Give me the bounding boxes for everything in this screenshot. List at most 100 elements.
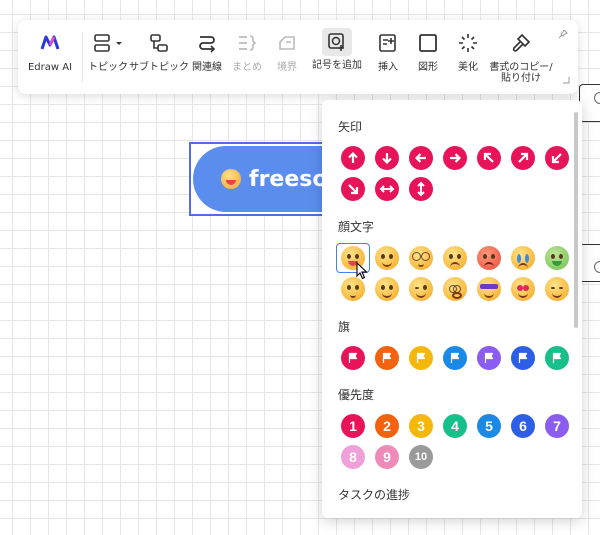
- arrow-down-left-symbol[interactable]: [540, 143, 574, 173]
- priority-2-icon: 2: [375, 414, 399, 438]
- flag-icon: [545, 346, 569, 370]
- flag-symbol[interactable]: [540, 343, 574, 373]
- worried-face-icon: [443, 246, 467, 270]
- priority-row-1: 1234567: [336, 411, 574, 441]
- edraw-ai-label: Edraw AI: [27, 62, 73, 73]
- sweat-smile-face-icon: [375, 277, 399, 301]
- priority-6-symbol[interactable]: 6: [506, 411, 540, 441]
- topic-label: トピック: [88, 62, 128, 73]
- heart-eyes-face-icon: [511, 277, 535, 301]
- priority-5-icon: 5: [477, 414, 501, 438]
- shape-icon: [414, 30, 442, 56]
- face-row-1: [336, 243, 574, 273]
- priority-7-symbol[interactable]: 7: [540, 411, 574, 441]
- priority-5-symbol[interactable]: 5: [472, 411, 506, 441]
- face-angry-symbol[interactable]: [472, 243, 506, 273]
- flag-symbol[interactable]: [404, 343, 438, 373]
- arrow-up-down-symbol[interactable]: [404, 174, 438, 204]
- section-title-faces: 顔文字: [338, 220, 375, 234]
- arrow-up-right-symbol[interactable]: [506, 143, 540, 173]
- section-title-priority: 優先度: [338, 388, 375, 402]
- flag-symbol[interactable]: [370, 343, 404, 373]
- relation-line-label: 関連線: [192, 62, 222, 73]
- flag-icon: [511, 346, 535, 370]
- glasses-face-icon: [409, 246, 433, 270]
- subtopic-button[interactable]: サブトピック: [129, 20, 189, 94]
- face-relieved-symbol[interactable]: [540, 274, 574, 304]
- edraw-ai-icon: [36, 30, 64, 56]
- pin-icon[interactable]: [558, 24, 568, 43]
- insert-label: 挿入: [378, 62, 398, 73]
- flag-icon: [443, 346, 467, 370]
- arrow-left-right-icon: [375, 177, 399, 201]
- topic-icon: [90, 30, 126, 56]
- subtopic-icon: [145, 30, 173, 56]
- arrow-up-right-icon: [511, 146, 535, 170]
- summary-button[interactable]: まとめ: [228, 20, 266, 94]
- priority-3-icon: 3: [409, 414, 433, 438]
- beautify-button[interactable]: 美化: [450, 20, 486, 94]
- boundary-icon: [273, 30, 301, 56]
- priority-10-symbol[interactable]: 10: [404, 442, 438, 472]
- boundary-button[interactable]: 境界: [268, 20, 306, 94]
- arrow-down-left-icon: [545, 146, 569, 170]
- format-painter-icon: [507, 30, 535, 56]
- topic-button[interactable]: トピック: [86, 20, 130, 94]
- relation-line-button[interactable]: 関連線: [188, 20, 226, 94]
- arrow-up-left-symbol[interactable]: [472, 143, 506, 173]
- edraw-ai-button[interactable]: Edraw AI: [22, 20, 78, 94]
- flag-symbol[interactable]: [506, 343, 540, 373]
- priority-2-symbol[interactable]: 2: [370, 411, 404, 441]
- summary-label: まとめ: [232, 62, 262, 73]
- toolbar-divider: [82, 32, 83, 82]
- priority-1-symbol[interactable]: 1: [336, 411, 370, 441]
- arrow-left-right-symbol[interactable]: [370, 174, 404, 204]
- beautify-icon: [454, 30, 482, 56]
- priority-6-icon: 6: [511, 414, 535, 438]
- collapse-button-lower[interactable]: [594, 261, 600, 273]
- collapse-toolbar-icon[interactable]: [562, 69, 570, 88]
- face-sweat-symbol[interactable]: [370, 274, 404, 304]
- arrow-right-icon: [443, 146, 467, 170]
- arrow-left-icon: [409, 146, 433, 170]
- format-painter-button[interactable]: 書式のコピー/ 貼り付け: [488, 20, 554, 94]
- face-crying-symbol[interactable]: [506, 243, 540, 273]
- subtopic-label: サブトピック: [129, 62, 189, 73]
- scrollbar[interactable]: [574, 112, 578, 328]
- priority-9-symbol[interactable]: 9: [370, 442, 404, 472]
- priority-4-symbol[interactable]: 4: [438, 411, 472, 441]
- arrow-right-symbol[interactable]: [438, 143, 472, 173]
- smiling-face-icon: [375, 246, 399, 270]
- arrow-up-symbol[interactable]: [336, 143, 370, 173]
- relation-line-icon: [193, 30, 221, 56]
- arrow-down-symbol[interactable]: [370, 143, 404, 173]
- flag-symbol[interactable]: [336, 343, 370, 373]
- winking-face-icon: [409, 277, 433, 301]
- insert-icon: [374, 30, 402, 56]
- arrow-down-right-symbol[interactable]: [336, 174, 370, 204]
- face-smile-symbol[interactable]: [370, 243, 404, 273]
- section-title-flags: 旗: [338, 320, 351, 334]
- priority-3-symbol[interactable]: 3: [404, 411, 438, 441]
- face-wink-symbol[interactable]: [404, 274, 438, 304]
- shape-button[interactable]: 図形: [410, 20, 446, 94]
- face-worried-symbol[interactable]: [438, 243, 472, 273]
- flag-icon: [341, 346, 365, 370]
- shape-label: 図形: [418, 62, 438, 73]
- beautify-label: 美化: [458, 62, 478, 73]
- collapse-button-upper[interactable]: [594, 92, 600, 104]
- face-cool-symbol[interactable]: [472, 274, 506, 304]
- add-symbol-button[interactable]: 記号を追加: [308, 20, 366, 94]
- arrow-up-icon: [341, 146, 365, 170]
- priority-8-symbol[interactable]: 8: [336, 442, 370, 472]
- arrow-left-symbol[interactable]: [404, 143, 438, 173]
- face-heart-eyes-symbol[interactable]: [506, 274, 540, 304]
- flag-symbol[interactable]: [472, 343, 506, 373]
- face-sick-symbol[interactable]: [540, 243, 574, 273]
- face-glasses-symbol[interactable]: [404, 243, 438, 273]
- insert-button[interactable]: 挿入: [370, 20, 406, 94]
- face-dizzy-symbol[interactable]: [438, 274, 472, 304]
- flag-symbol[interactable]: [438, 343, 472, 373]
- flag-icon: [409, 346, 433, 370]
- summary-icon: [233, 30, 261, 56]
